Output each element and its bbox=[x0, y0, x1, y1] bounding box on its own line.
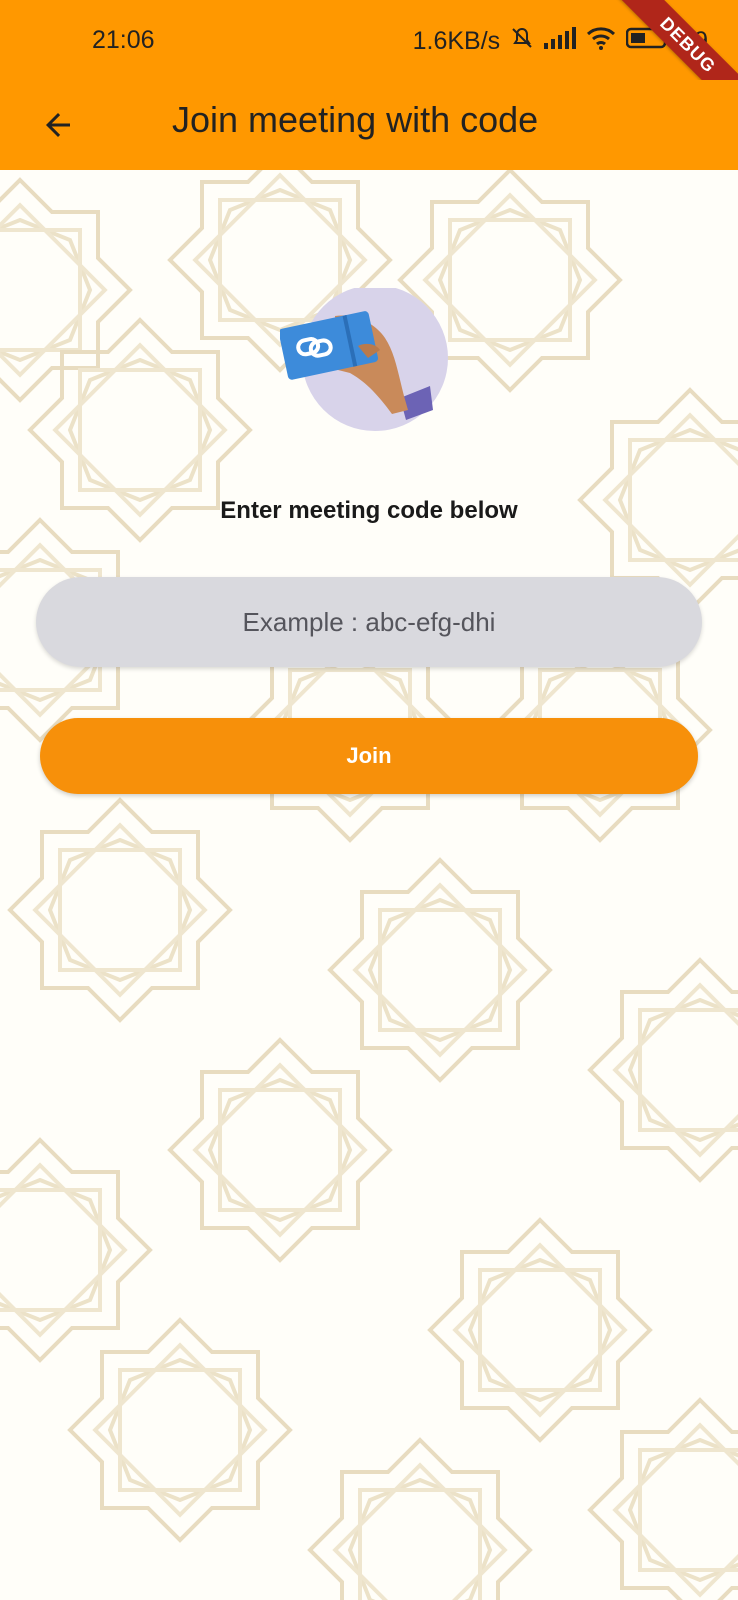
meeting-code-input[interactable] bbox=[36, 577, 702, 667]
hand-holding-link-card-icon bbox=[280, 288, 448, 431]
back-button[interactable] bbox=[28, 95, 88, 155]
join-meeting-screen: 21:06 1.6KB/s 39 DEBUG Join meeting bbox=[0, 0, 738, 1600]
status-bar: 21:06 1.6KB/s 39 DEBUG bbox=[0, 0, 738, 127]
page-title: Join meeting with code bbox=[172, 99, 539, 140]
network-speed: 1.6KB/s bbox=[412, 27, 501, 55]
bell-muted-icon bbox=[510, 26, 534, 57]
join-button[interactable]: Join bbox=[40, 718, 698, 794]
wifi-icon bbox=[586, 26, 616, 57]
prompt-text: Enter meeting code below bbox=[220, 497, 518, 524]
status-time: 21:06 bbox=[92, 26, 155, 54]
app-bar: Join meeting with code bbox=[0, 80, 738, 170]
signal-icon bbox=[544, 27, 577, 56]
arrow-back-icon bbox=[46, 113, 70, 137]
